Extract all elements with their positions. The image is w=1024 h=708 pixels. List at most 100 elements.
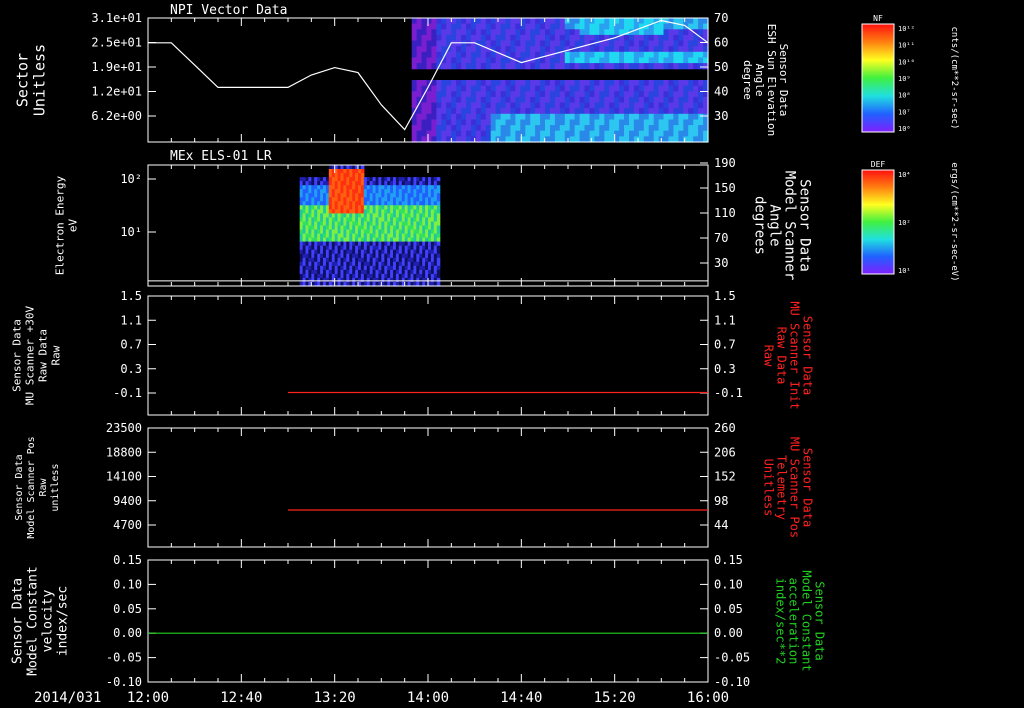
spectrogram-cell [466,130,472,137]
spectrogram-cell [584,51,590,58]
spectrogram-cell [520,91,526,98]
spectrogram-cell [475,18,482,25]
spectrogram-cell [363,261,368,267]
spectrogram-cell [678,63,684,70]
spectrogram-cell [441,96,447,104]
spectrogram-cell [328,237,333,243]
spectrogram-cell [663,63,669,70]
spectrogram-cell [698,130,704,137]
spectrogram-cell [673,91,679,98]
spectrogram-cell [436,193,441,198]
spectrogram-cell [535,113,541,120]
spectrogram-cell [346,213,350,218]
spectrogram-cell [609,119,615,126]
spectrogram-cell [436,177,441,182]
spectrogram-cell [688,130,694,137]
spectrogram-cell [500,18,507,25]
spectrogram-cell [470,102,477,109]
spectrogram-cell [416,269,420,275]
spectrogram-cell [550,96,556,104]
spectrogram-cell [500,63,507,70]
spectrogram-cell [515,46,521,53]
spectrogram-cell [485,130,492,137]
spectrogram-cell [629,130,635,137]
spectrogram-cell [398,193,403,198]
spectrogram-cell [433,209,438,214]
spectrogram-cell [470,125,477,132]
spectrogram-cell [559,130,566,137]
spectrogram-cell [456,85,462,92]
spectrogram-cell [398,257,403,263]
spectrogram-cell [505,63,511,70]
spectrogram-cell [485,51,492,58]
spectrogram-cell [535,96,541,104]
spectrogram-cell [643,96,650,104]
spectrogram-cell [535,51,541,58]
spectrogram-cell [466,119,472,126]
spectrogram-cell [346,201,350,206]
spectrogram-cell [540,34,546,42]
spectrogram-cell [594,125,600,132]
spectrogram-cell [683,125,689,132]
spectrogram-cell [328,177,333,182]
spectrogram-cell [398,209,403,214]
spectrogram-cell [545,46,551,53]
spectrogram-cell [599,29,605,36]
spectrogram-cell [559,91,566,98]
spectrogram-cell [559,80,566,87]
spectrogram-cell [574,125,581,132]
spectrogram-cell [658,113,665,120]
spectrogram-cell [530,108,536,115]
spectrogram-cell [683,46,689,53]
spectrogram-cell [698,29,704,36]
spectrogram-cell [500,91,507,98]
spectrogram-cell [643,113,650,120]
spectrogram-cell [550,29,556,36]
spectrogram-cell [559,96,566,104]
spectrogram-cell [500,113,507,120]
spectrogram-cell [663,91,669,98]
spectrogram-cell [683,85,689,92]
spectrogram-cell [579,29,586,36]
spectrogram-cell [411,125,418,132]
spectrogram-cell [470,63,477,70]
spectrogram-cell [466,102,472,109]
spectrogram-cell [688,80,694,87]
spectrogram-cell [436,102,442,109]
spectrogram-cell [456,96,462,104]
spectrogram-cell [363,253,368,259]
multi-panel-plot: NPI Vector Data MEx ELS-01 LR 3.1e+01 2.5e+… [0,0,1024,708]
spectrogram-cell [693,119,699,126]
spectrogram-cell [436,108,442,115]
spectrogram-cell [441,80,447,87]
spectrogram-cell [629,40,635,47]
spectrogram-cell [550,46,556,53]
spectrogram-cell [520,85,526,92]
y-tick-label-right: 50 [714,60,728,74]
spectrogram-cell [461,119,467,126]
spectrogram-cell [594,57,600,64]
spectrogram-cell [510,130,516,137]
spectrogram-cell [535,80,541,87]
spectrogram-cell [426,63,432,70]
spectrogram-cell [381,237,385,243]
spectrogram-cell [411,119,418,126]
spectrogram-cell [381,181,385,186]
spectrogram-cell [510,29,516,36]
spectrogram-cell [574,113,581,120]
spectrogram-cell [540,130,546,137]
y-tick-label-right: 44 [714,518,728,532]
y-tick-label-left: 1.9e+01 [91,60,142,74]
spectrogram-cell [436,51,442,58]
spectrogram-cell [363,185,368,190]
spectrogram-cell [619,57,625,64]
y-tick-label-left: 1.1 [120,313,142,327]
spectrogram-cell [363,181,368,186]
spectrogram-cell [505,29,511,36]
spectrogram-cell [490,51,497,58]
spectrogram-cell [363,209,368,214]
spectrogram-cell [505,125,511,132]
spectrogram-cell [638,57,645,64]
spectrogram-cell [426,57,432,64]
spectrogram-cell [629,34,635,42]
